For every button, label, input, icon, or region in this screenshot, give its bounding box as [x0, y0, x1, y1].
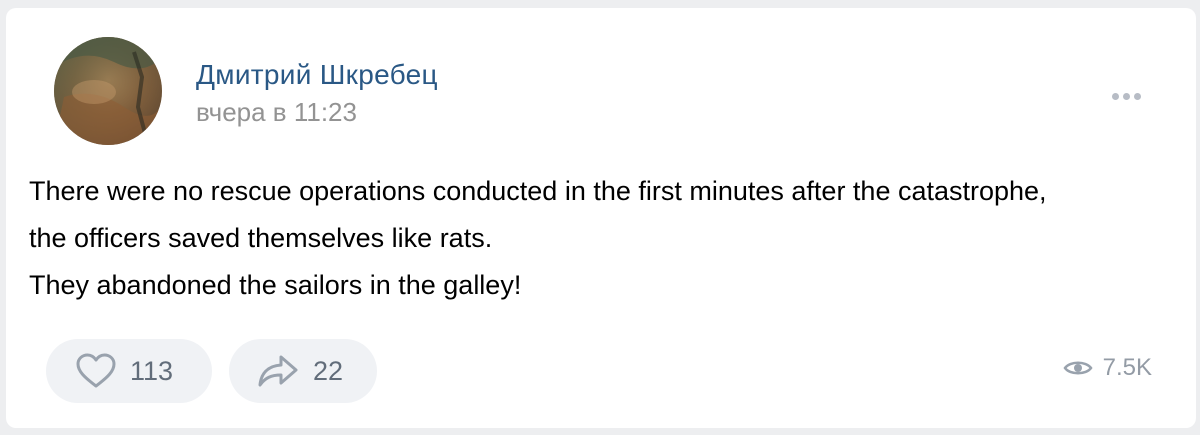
share-count: 22 — [313, 355, 344, 386]
post-timestamp[interactable]: вчера в 11:23 — [196, 96, 357, 128]
views-counter: 7.5K — [1063, 354, 1152, 382]
post-card: Дмитрий Шкребец вчера в 11:23 There were… — [6, 8, 1196, 428]
share-button[interactable]: 22 — [229, 339, 377, 403]
views-count: 7.5K — [1102, 354, 1152, 381]
avatar[interactable] — [54, 37, 162, 145]
heart-icon — [76, 353, 116, 388]
like-button[interactable]: 113 — [46, 339, 212, 403]
more-button[interactable] — [1106, 86, 1146, 106]
more-dots-icon — [1111, 92, 1119, 100]
more-dot — [1133, 92, 1141, 100]
post-text-line: the officers saved themselves like rats. — [29, 223, 493, 253]
post-text-line: There were no rescue operations conducte… — [29, 176, 1047, 206]
avatar-image — [54, 37, 162, 145]
eye-icon — [1063, 361, 1093, 375]
share-arrow-icon — [258, 355, 298, 387]
post-text-line: They abandoned the sailors in the galley… — [29, 270, 522, 300]
post-text: There were no rescue operations conducte… — [29, 168, 1179, 309]
author-name[interactable]: Дмитрий Шкребец — [196, 58, 438, 92]
more-dot — [1122, 92, 1130, 100]
like-count: 113 — [130, 355, 174, 386]
